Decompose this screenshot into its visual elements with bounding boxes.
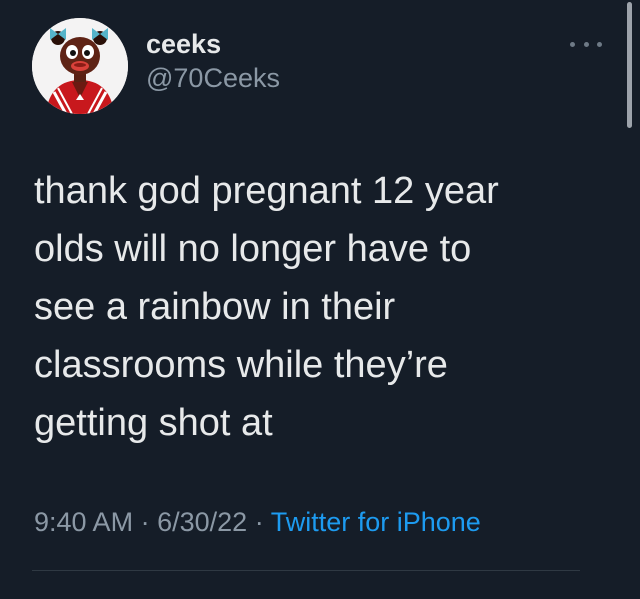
more-dot-icon xyxy=(583,41,589,47)
more-dot-icon xyxy=(570,41,575,47)
tweet-time[interactable]: 9:40 AM xyxy=(34,507,133,537)
handle[interactable]: @70Ceeks xyxy=(146,61,280,95)
tweet-date[interactable]: 6/30/22 xyxy=(157,507,247,537)
cartoon-avatar-icon xyxy=(32,18,128,114)
scrollbar[interactable] xyxy=(627,2,632,128)
more-options-button[interactable] xyxy=(570,38,602,50)
tweet-card: ceeks @70Ceeks thank god pregnant 12 yea… xyxy=(0,0,640,599)
meta-separator: · xyxy=(254,507,264,537)
author-names: ceeks @70Ceeks xyxy=(146,27,280,95)
avatar[interactable] xyxy=(32,18,128,114)
tweet-text: thank god pregnant 12 year olds will no … xyxy=(34,170,499,444)
tweet-source-link[interactable]: Twitter for iPhone xyxy=(271,507,481,537)
meta-separator: · xyxy=(140,507,150,537)
divider xyxy=(32,570,580,571)
more-dot-icon xyxy=(597,41,602,47)
tweet-metadata: 9:40 AM · 6/30/22 · Twitter for iPhone xyxy=(34,505,481,539)
display-name[interactable]: ceeks xyxy=(146,27,280,61)
tweet-header: ceeks @70Ceeks xyxy=(32,18,280,114)
